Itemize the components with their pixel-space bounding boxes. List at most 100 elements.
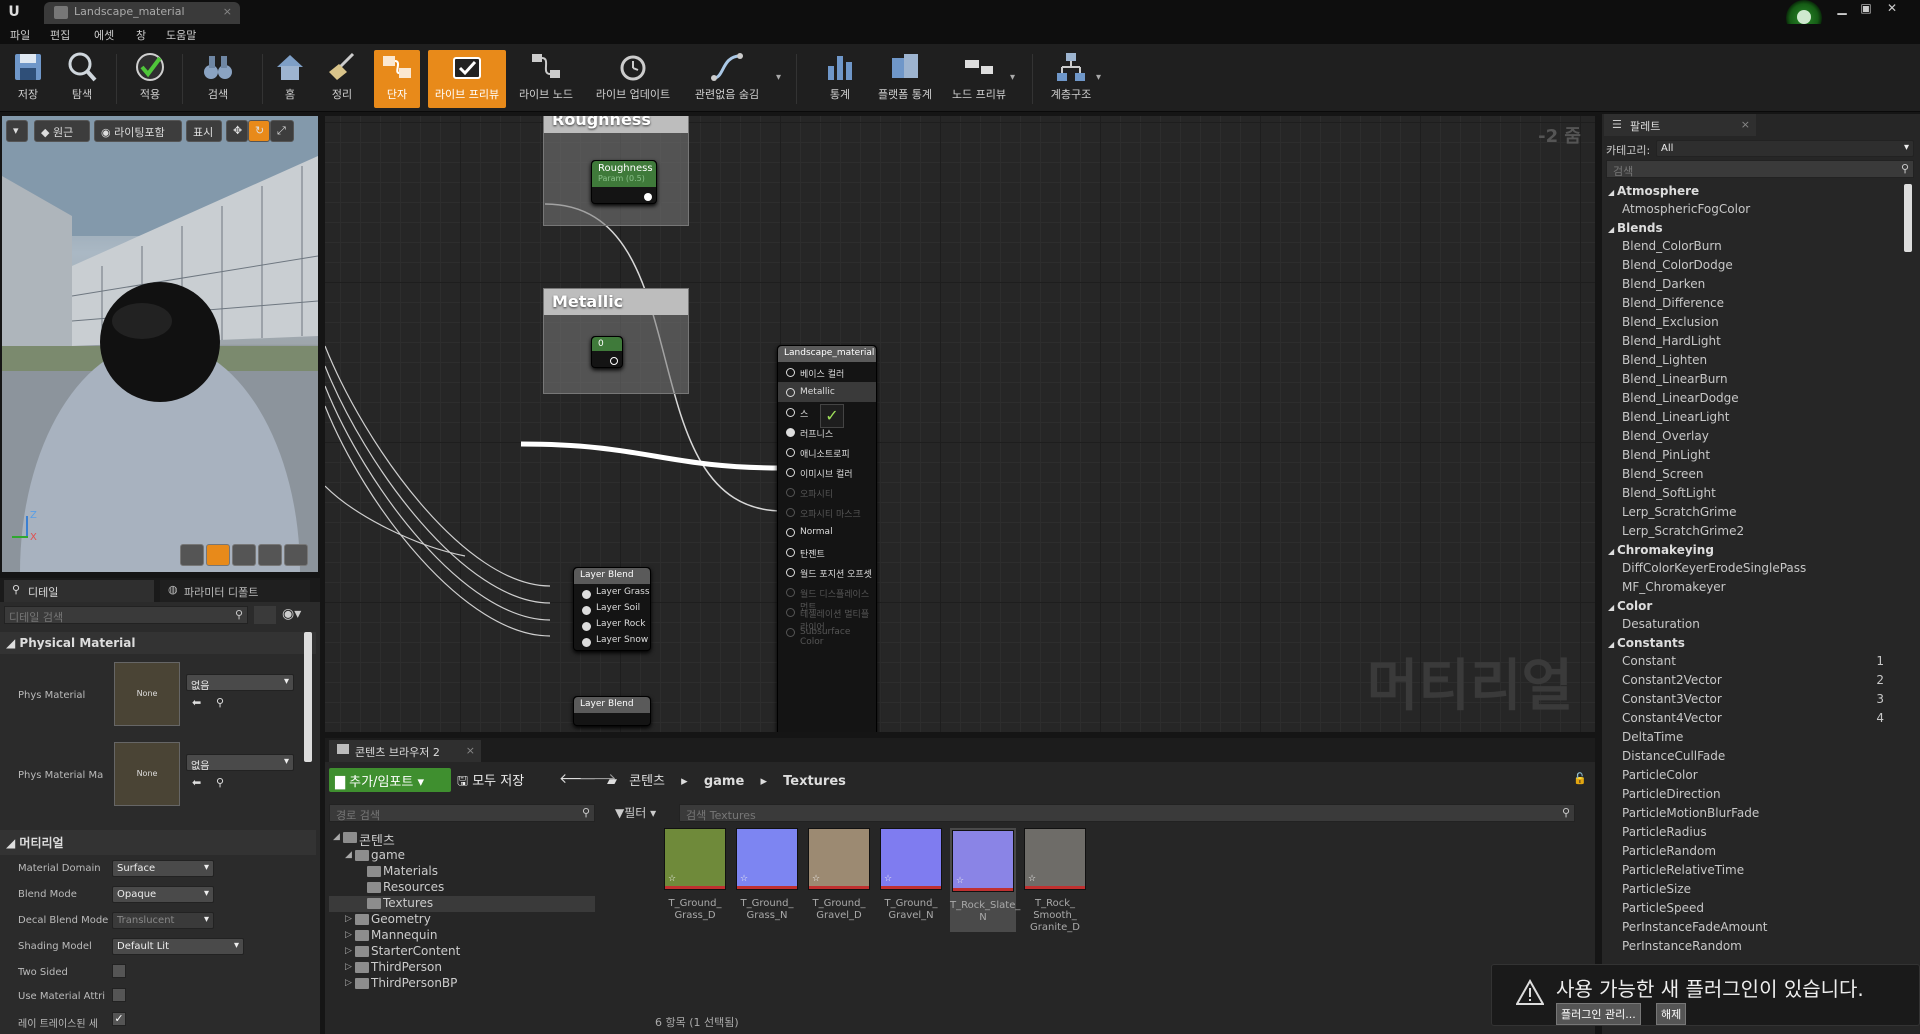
cylinder-shape-button[interactable] — [180, 544, 204, 566]
metallic-constant-node[interactable]: 0 — [591, 336, 623, 368]
realtime-icon[interactable]: ↻ — [248, 120, 270, 142]
palette-item[interactable]: DistanceCullFade — [1604, 747, 1904, 766]
palette-category[interactable]: ◢ Atmosphere — [1604, 182, 1904, 200]
use-material-attributes-checkbox[interactable] — [112, 988, 126, 1002]
use-selected-arrow-icon[interactable]: ⬅ — [192, 696, 201, 709]
layer-rock-pin[interactable]: Layer Rock — [574, 616, 650, 632]
category-dropdown[interactable]: All — [1656, 140, 1914, 157]
favorite-star-icon[interactable]: ☆ — [668, 874, 676, 884]
palette-item[interactable]: ParticleRandom — [1604, 842, 1904, 861]
palette-item[interactable]: DeltaTime — [1604, 728, 1904, 747]
collapsed-arrow-icon[interactable]: ▷ — [345, 962, 352, 972]
favorite-star-icon[interactable]: ☆ — [884, 874, 892, 884]
phys-material-dropdown[interactable]: 없음 — [186, 674, 294, 692]
custom-mesh-button[interactable] — [284, 544, 308, 566]
expanded-arrow-icon[interactable]: ◢ — [1608, 225, 1617, 234]
roughness-param-node[interactable]: Roughness Param (0.5) — [591, 160, 657, 204]
folder-tree-item[interactable]: ◢ 콘텐츠 — [329, 830, 595, 849]
metallic-output-pin[interactable] — [610, 357, 618, 365]
palette-item[interactable]: Blend_Lighten — [1604, 351, 1904, 370]
show-button[interactable]: 표시 — [186, 120, 222, 142]
menu-file[interactable]: 파일 — [10, 27, 30, 43]
phys-material-thumbnail[interactable]: None — [114, 662, 180, 726]
tab-palette[interactable]: ☰ 팔레트 × — [1604, 114, 1756, 136]
palette-item[interactable]: MF_Chromakeyer — [1604, 578, 1904, 597]
cube-shape-button[interactable] — [258, 544, 282, 566]
browse-button[interactable]: 탐색 — [60, 50, 104, 108]
menu-edit[interactable]: 편집 — [50, 27, 70, 43]
maximize-viewport-icon[interactable]: ⤢ — [270, 120, 294, 142]
palette-item[interactable]: Constant3Vector 3 — [1604, 690, 1904, 709]
document-tab[interactable]: Landscape_material × — [44, 2, 240, 24]
expanded-arrow-icon[interactable]: ◢ — [1608, 640, 1617, 649]
material-domain-dropdown[interactable]: Surface — [112, 860, 214, 877]
palette-item[interactable]: PerInstanceFadeAmount — [1604, 918, 1904, 937]
translate-icon[interactable]: ✥ — [226, 120, 248, 142]
folder-tree-item[interactable]: ▷ StarterContent — [329, 944, 595, 960]
phys-material-mask-thumbnail[interactable]: None — [114, 742, 180, 806]
menu-asset[interactable]: 에셋 — [94, 27, 114, 43]
folder-tree-item[interactable]: Textures — [329, 896, 595, 912]
sphere-shape-button[interactable] — [206, 544, 230, 566]
layer-soil-pin[interactable]: Layer Soil — [574, 600, 650, 616]
collapsed-arrow-icon[interactable]: ▷ — [345, 914, 352, 924]
result-pin[interactable]: 월드 포지션 오프셋 — [778, 562, 876, 582]
dismiss-button[interactable]: 해제 — [1656, 1003, 1687, 1025]
home-button[interactable]: 홈 — [272, 50, 308, 108]
folder-tree-item[interactable]: ▷ Mannequin — [329, 928, 595, 944]
phys-material-mask-dropdown[interactable]: 없음 — [186, 754, 294, 772]
breadcrumb-textures[interactable]: Textures — [783, 774, 846, 789]
favorite-star-icon[interactable]: ☆ — [812, 874, 820, 884]
folder-tree-item[interactable]: ▷ ThirdPerson — [329, 960, 595, 976]
visibility-eye-icon[interactable]: ◉▾ — [282, 606, 301, 622]
palette-item[interactable]: ParticleSpeed — [1604, 899, 1904, 918]
lock-icon[interactable]: 🔓 — [1573, 772, 1587, 785]
layer-blend-node-2[interactable]: Layer Blend — [573, 696, 651, 726]
find-button[interactable]: 검색 — [196, 50, 240, 108]
asset-search-input[interactable]: 검색 Textures ⚲ — [679, 804, 1575, 822]
result-pin[interactable]: 오파시티 — [778, 482, 876, 502]
asset-tile[interactable]: ☆ T_Ground_ Gravel_D — [806, 828, 872, 922]
close-tab-icon[interactable]: × — [466, 744, 475, 757]
live-nodes-button[interactable]: 라이브 노드 — [514, 50, 578, 108]
asset-tile[interactable]: ☆ T_Ground_ Gravel_N — [878, 828, 944, 922]
two-sided-checkbox[interactable] — [112, 964, 126, 978]
layer-snow-pin[interactable]: Layer Snow — [574, 632, 650, 648]
favorite-star-icon[interactable]: ☆ — [740, 874, 748, 884]
palette-item[interactable]: ParticleColor — [1604, 766, 1904, 785]
layer-grass-pin[interactable]: Layer Grass — [574, 584, 650, 600]
palette-item[interactable]: Lerp_ScratchGrime — [1604, 503, 1904, 522]
menu-help[interactable]: 도움말 — [166, 27, 196, 43]
node-preview-button[interactable]: 노드 프리뷰 — [946, 50, 1012, 108]
palette-item[interactable]: Constant2Vector 2 — [1604, 671, 1904, 690]
palette-item[interactable]: Constant4Vector 4 — [1604, 709, 1904, 728]
palette-item[interactable]: ParticleMotionBlurFade — [1604, 804, 1904, 823]
filter-button[interactable]: ▼필터 ▾ — [615, 804, 656, 821]
menu-window[interactable]: 창 — [136, 27, 146, 43]
palette-item[interactable]: AtmosphericFogColor — [1604, 200, 1904, 219]
result-pin[interactable]: 베이스 컬러 — [778, 362, 876, 382]
tab-details[interactable]: ⚲ 디테일 — [4, 580, 154, 602]
palette-item[interactable]: ParticleRadius — [1604, 823, 1904, 842]
shading-model-dropdown[interactable]: Default Lit — [112, 938, 244, 955]
palette-item[interactable]: Blend_PinLight — [1604, 446, 1904, 465]
blend-mode-dropdown[interactable]: Opaque — [112, 886, 214, 903]
use-selected-arrow-icon[interactable]: ⬅ — [192, 776, 201, 789]
connectors-button[interactable]: 단자 — [374, 50, 420, 108]
material-preview-viewport[interactable]: Z X — [2, 116, 318, 572]
maximize-icon[interactable]: ▣ — [1854, 0, 1878, 18]
close-tab-icon[interactable]: × — [223, 5, 232, 18]
palette-category[interactable]: ◢ Chromakeying — [1604, 541, 1904, 559]
asset-tile[interactable]: ☆ T_Ground_ Grass_D — [662, 828, 728, 922]
save-button[interactable]: 저장 — [8, 50, 48, 108]
asset-tile[interactable]: ☆ T_Rock_ Smooth_ Granite_D — [1022, 828, 1088, 934]
palette-search-input[interactable]: 검색 ⚲ — [1606, 160, 1914, 178]
result-pin[interactable]: 이미시브 컬러 — [778, 462, 876, 482]
palette-item[interactable]: Blend_LinearDodge — [1604, 389, 1904, 408]
node-preview-dropdown-icon[interactable]: ▾ — [1010, 72, 1015, 83]
result-pin[interactable]: Normal — [778, 522, 876, 542]
palette-item[interactable]: Blend_Screen — [1604, 465, 1904, 484]
ray-traced-shadows-checkbox[interactable]: ✓ — [112, 1012, 126, 1026]
folder-tree-item[interactable]: Resources — [329, 880, 595, 896]
collapsed-arrow-icon[interactable]: ▷ — [345, 946, 352, 956]
